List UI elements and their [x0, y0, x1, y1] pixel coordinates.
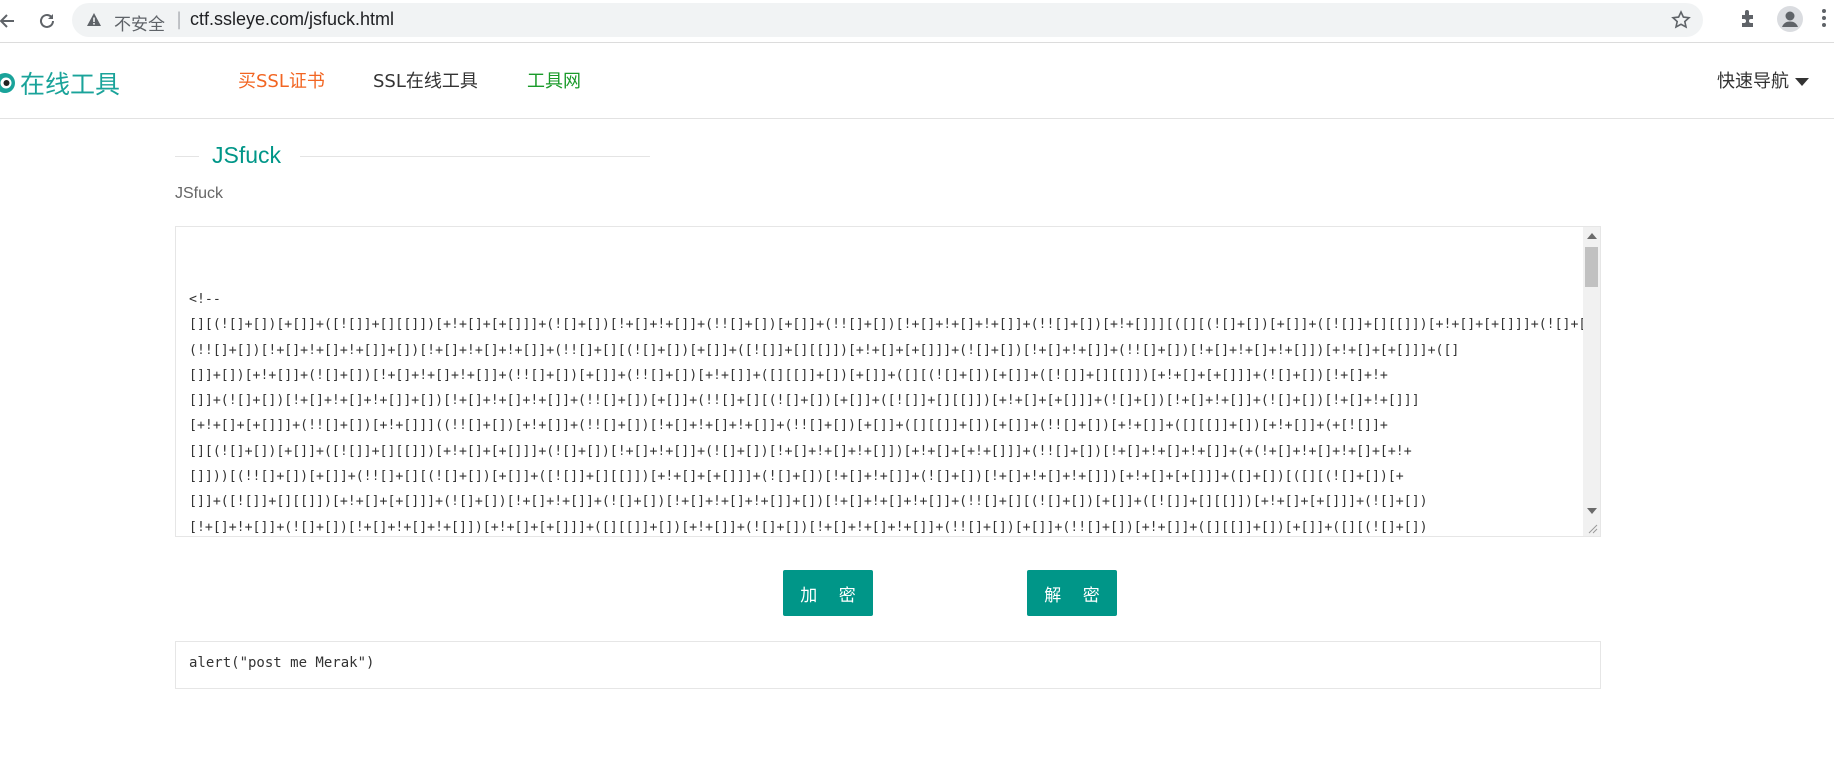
- decrypt-button[interactable]: 解 密: [1027, 570, 1117, 616]
- reload-icon[interactable]: [32, 6, 62, 36]
- page-title: JSfuck: [212, 142, 282, 168]
- caret-down-icon: [1795, 78, 1809, 86]
- site-header: 在线工具 买SSL证书 SSL在线工具 工具网 快速导航: [0, 43, 1834, 119]
- scroll-up-icon[interactable]: [1587, 233, 1597, 239]
- title-divider-left: [175, 156, 199, 157]
- profile-icon[interactable]: [1776, 5, 1804, 37]
- security-status[interactable]: 不安全: [114, 10, 165, 35]
- textarea-scrollbar[interactable]: [1583, 227, 1600, 536]
- url-text[interactable]: ctf.ssleye.com/jsfuck.html: [190, 9, 394, 30]
- address-bar[interactable]: 不安全 | ctf.ssleye.com/jsfuck.html: [72, 3, 1703, 37]
- nav-tools-site[interactable]: 工具网: [527, 67, 581, 93]
- output-text[interactable]: alert("post me Merak"): [189, 655, 374, 671]
- encrypt-button[interactable]: 加 密: [783, 570, 873, 616]
- nav-ssl-tools[interactable]: SSL在线工具: [373, 67, 478, 93]
- browser-toolbar: 不安全 | ctf.ssleye.com/jsfuck.html: [0, 0, 1834, 43]
- scroll-down-icon[interactable]: [1587, 508, 1597, 514]
- quick-nav-label: 快速导航: [1717, 71, 1789, 92]
- resize-grip-icon[interactable]: [1586, 522, 1598, 534]
- nav-buy-ssl[interactable]: 买SSL证书: [238, 67, 325, 93]
- logo-eye-icon: [0, 73, 15, 93]
- title-divider-right: [300, 156, 650, 157]
- star-icon[interactable]: [1671, 10, 1691, 34]
- scroll-thumb[interactable]: [1585, 247, 1598, 287]
- logo-text: 在线工具: [20, 70, 121, 99]
- extensions-icon[interactable]: [1738, 7, 1760, 33]
- input-code-text[interactable]: <!-- [][(![]+[])[+[]]+([![]]+[][[]])[+!+…: [189, 287, 1600, 536]
- more-menu-icon[interactable]: [1822, 9, 1826, 30]
- input-textarea[interactable]: <!-- [][(![]+[])[+[]]+([![]]+[][[]])[+!+…: [175, 226, 1601, 537]
- quick-nav-dropdown[interactable]: 快速导航: [1717, 67, 1809, 93]
- back-arrow-icon[interactable]: [0, 6, 22, 36]
- section-label: JSfuck: [175, 185, 224, 202]
- output-field[interactable]: alert("post me Merak"): [175, 641, 1601, 689]
- url-separator: |: [176, 9, 183, 30]
- warning-icon[interactable]: [86, 12, 102, 32]
- site-logo[interactable]: 在线工具: [0, 65, 120, 101]
